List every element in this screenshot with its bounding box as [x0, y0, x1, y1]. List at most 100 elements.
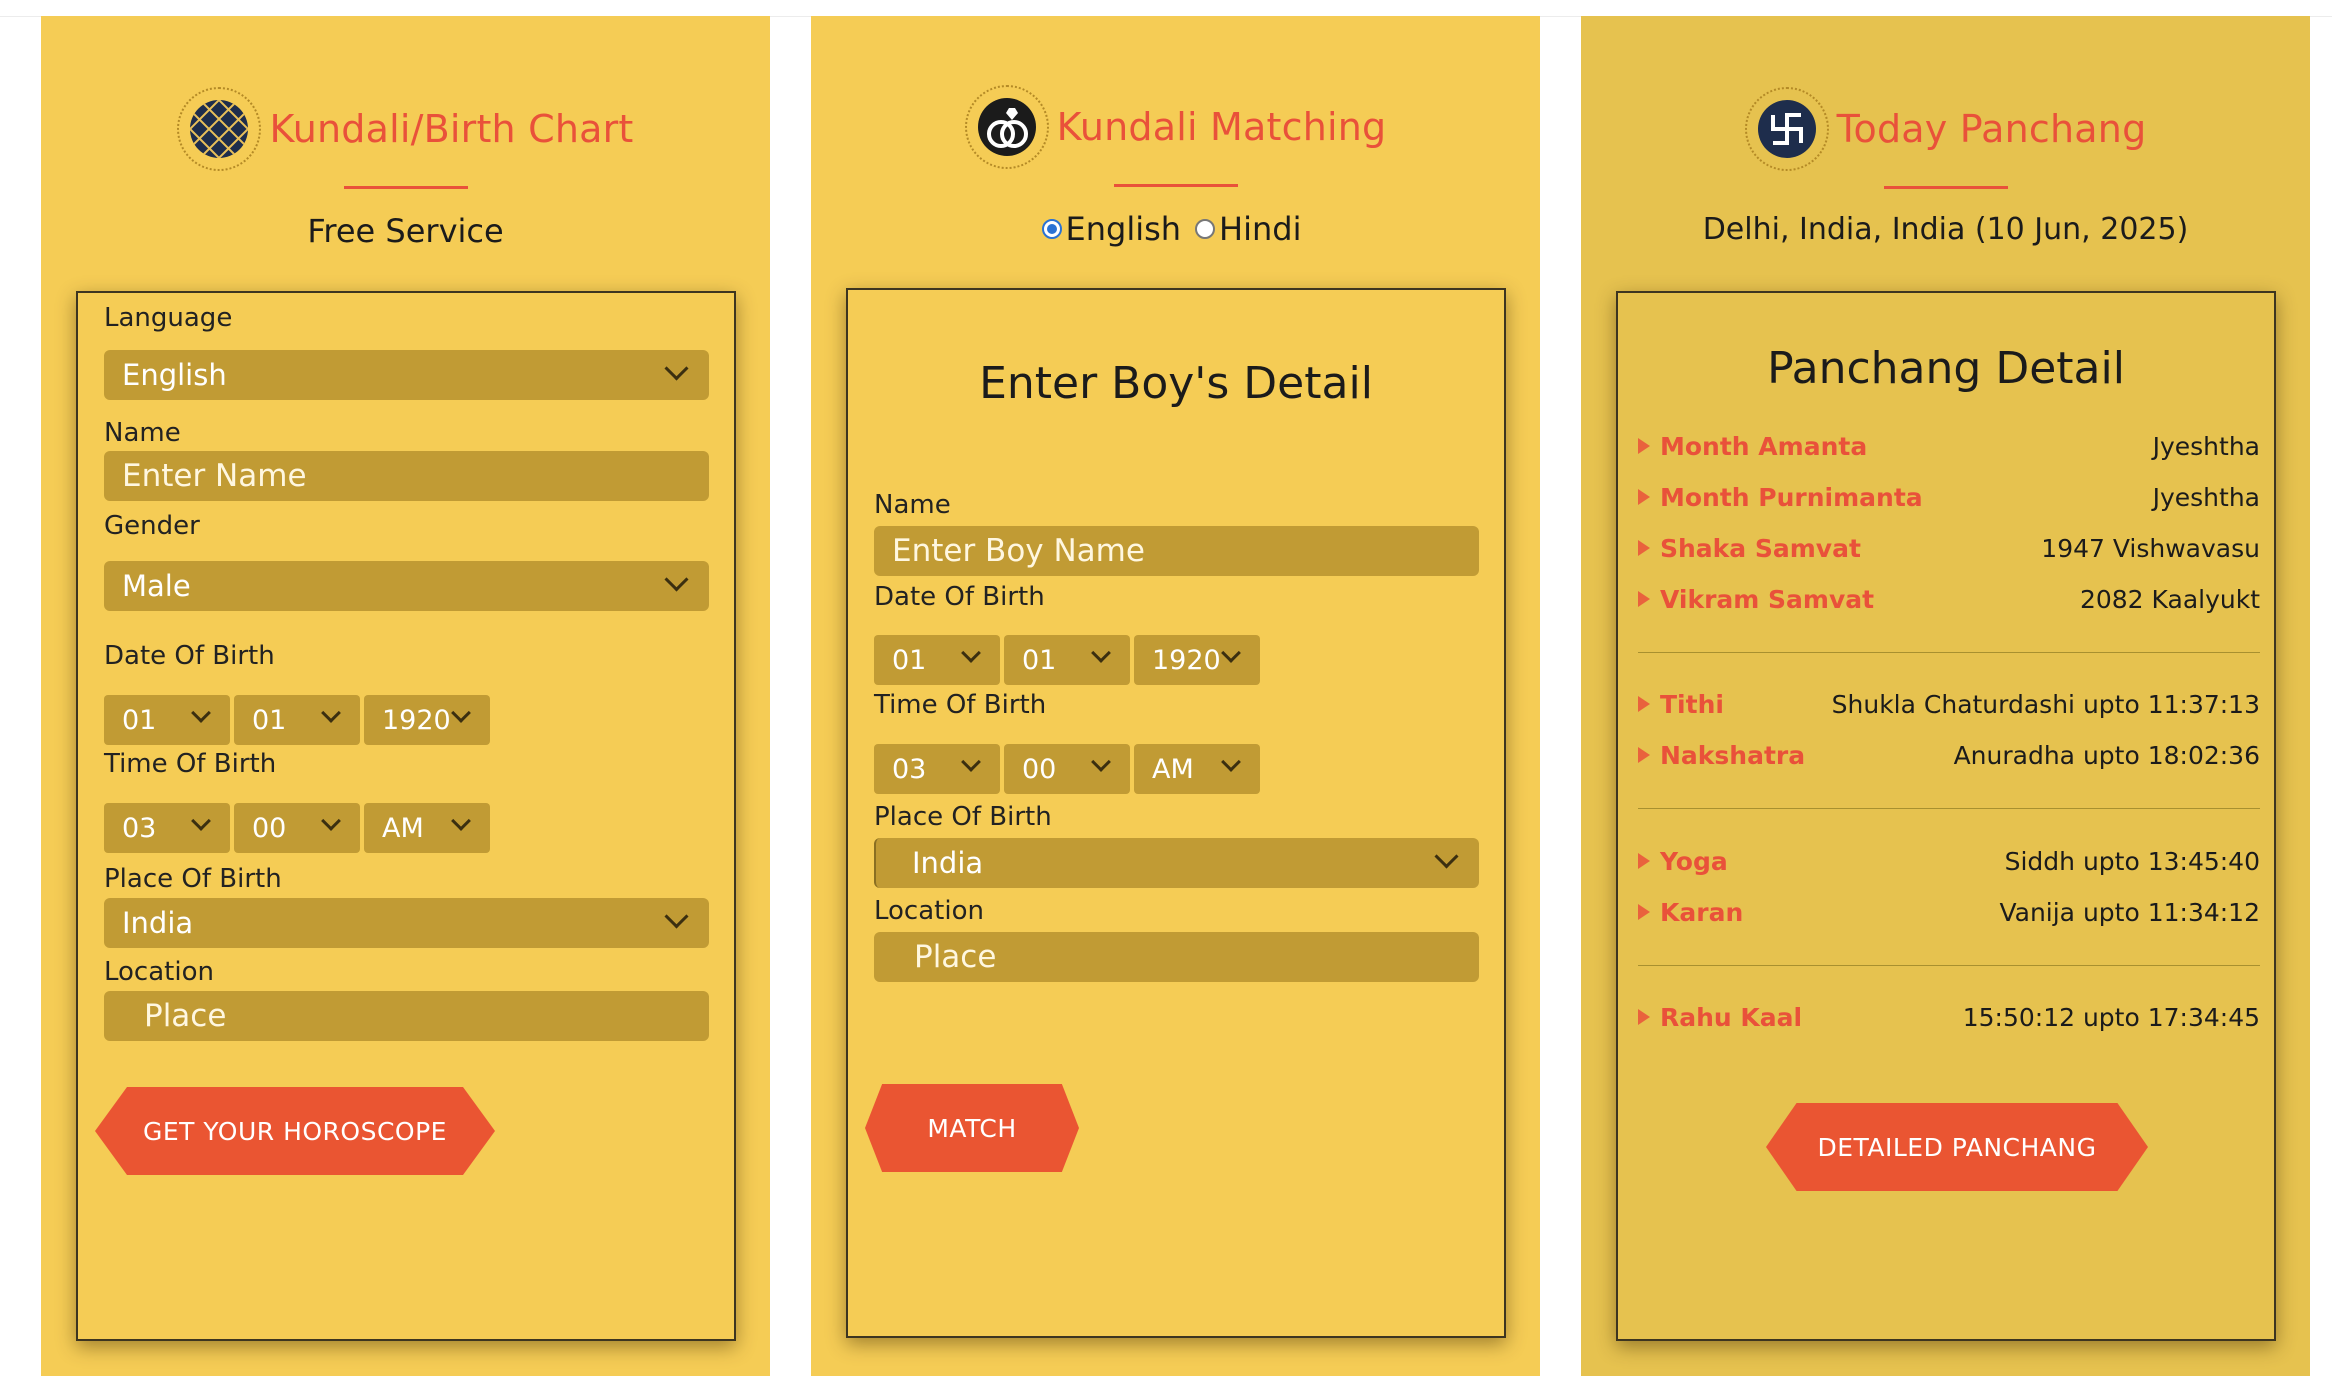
tob-ampm-select[interactable]: AM — [364, 803, 490, 853]
kundali-grid-icon — [177, 87, 262, 171]
boy-name-input[interactable]: Enter Boy Name — [874, 526, 1479, 576]
language-label: Language — [104, 303, 233, 333]
radio-english[interactable]: English — [1041, 210, 1181, 248]
tob-hour-value: 03 — [122, 812, 157, 844]
chevron-down-icon — [451, 703, 471, 723]
name-label: Name — [104, 418, 181, 448]
panchang-detail-title: Panchang Detail — [1767, 343, 2125, 394]
boy-tob-hour-select[interactable]: 03 — [874, 744, 1000, 794]
panchang-key: Shaka Samvat — [1660, 533, 1861, 563]
chevron-down-icon — [1221, 643, 1241, 663]
name-input[interactable]: Enter Name — [104, 451, 709, 501]
tob-hour-select[interactable]: 03 — [104, 803, 230, 853]
rings-icon — [964, 85, 1049, 169]
tob-ampm-value: AM — [382, 812, 424, 844]
boy-dob-year-select[interactable]: 1920 — [1134, 635, 1260, 685]
chevron-down-icon — [1221, 752, 1241, 772]
panchang-value: Shukla Chaturdashi upto 11:37:13 — [1831, 689, 2260, 719]
language-select[interactable]: English — [104, 350, 709, 400]
panchang-value: Siddh upto 13:45:40 — [2004, 846, 2260, 876]
chevron-down-icon — [961, 752, 981, 772]
boy-pob-value: India — [912, 846, 984, 880]
birth-chart-header: Kundali/Birth Chart — [41, 84, 770, 174]
boy-dob-month-value: 01 — [1022, 644, 1057, 676]
chevron-down-icon — [191, 811, 211, 831]
boy-dob-month-select[interactable]: 01 — [1004, 635, 1130, 685]
divider — [1638, 965, 2260, 966]
gender-select[interactable]: Male — [104, 561, 709, 611]
bullet-arrow-icon — [1638, 438, 1650, 454]
panchang-value: Jyeshtha — [2152, 482, 2260, 512]
radio-hindi-control[interactable] — [1195, 219, 1216, 239]
boy-tob-ampm-select[interactable]: AM — [1134, 744, 1260, 794]
panchang-value: Jyeshtha — [2152, 431, 2260, 461]
tob-minute-select[interactable]: 00 — [234, 803, 360, 853]
chevron-down-icon — [1091, 643, 1111, 663]
chevron-down-icon — [321, 703, 341, 723]
panchang-value: 15:50:12 upto 17:34:45 — [1962, 1002, 2260, 1032]
bullet-arrow-icon — [1638, 540, 1650, 556]
match-button[interactable]: MATCH — [865, 1084, 1079, 1172]
radio-hindi-label: Hindi — [1219, 210, 1302, 248]
dob-year-value: 1920 — [382, 704, 451, 736]
boy-tob-hour-value: 03 — [892, 753, 927, 785]
title-underline — [1884, 186, 2008, 189]
panchang-value: 2082 Kaalyukt — [2079, 584, 2260, 614]
boy-dob-day-select[interactable]: 01 — [874, 635, 1000, 685]
chevron-down-icon — [321, 811, 341, 831]
panchang-row: Tithi Shukla Chaturdashi upto 11:37:13 — [1638, 684, 2260, 724]
panchang-key: Rahu Kaal — [1660, 1002, 1803, 1032]
boy-dob-year-value: 1920 — [1152, 644, 1221, 676]
radio-hindi[interactable]: Hindi — [1195, 210, 1301, 248]
matching-header: Kundali Matching — [811, 82, 1540, 172]
location-input[interactable]: Place — [104, 991, 709, 1041]
dob-year-select[interactable]: 1920 — [364, 695, 490, 745]
boy-pob-select[interactable]: India — [874, 838, 1479, 888]
birth-chart-panel: Kundali/Birth Chart Free Service Languag… — [41, 16, 770, 1376]
boy-tob-minute-select[interactable]: 00 — [1004, 744, 1130, 794]
get-horoscope-button[interactable]: GET YOUR HOROSCOPE — [95, 1087, 495, 1175]
pob-select[interactable]: India — [104, 898, 709, 948]
dob-day-select[interactable]: 01 — [104, 695, 230, 745]
panchang-header: Today Panchang — [1581, 84, 2310, 174]
panchang-key: Nakshatra — [1660, 740, 1806, 770]
tob-label: Time Of Birth — [104, 749, 277, 779]
radio-english-control[interactable] — [1041, 219, 1062, 239]
panchang-row: Shaka Samvat 1947 Vishwavasu — [1638, 528, 2260, 568]
gender-label: Gender — [104, 511, 200, 541]
panchang-row: Nakshatra Anuradha upto 18:02:36 — [1638, 735, 2260, 775]
boy-detail-form: Enter Boy's Detail Name Enter Boy Name D… — [846, 288, 1506, 1338]
birth-chart-form: Language English Name Enter Name Gender … — [76, 291, 736, 1341]
panchang-row: Karan Vanija upto 11:34:12 — [1638, 892, 2260, 932]
panchang-value: Vanija upto 11:34:12 — [1999, 897, 2260, 927]
panchang-row: Yoga Siddh upto 13:45:40 — [1638, 841, 2260, 881]
boy-dob-label: Date Of Birth — [874, 582, 1045, 612]
bullet-arrow-icon — [1638, 489, 1650, 505]
bullet-arrow-icon — [1638, 747, 1650, 763]
today-panchang-panel: Today Panchang Delhi, India, India (10 J… — [1581, 16, 2310, 1376]
title-underline — [1114, 184, 1238, 187]
boy-dob-day-value: 01 — [892, 644, 927, 676]
dob-month-select[interactable]: 01 — [234, 695, 360, 745]
chevron-down-icon — [664, 567, 689, 592]
boy-name-label: Name — [874, 490, 951, 520]
chevron-down-icon — [664, 904, 689, 929]
boy-location-input[interactable]: Place — [874, 932, 1479, 982]
boy-tob-minute-value: 00 — [1022, 753, 1057, 785]
boy-name-placeholder: Enter Boy Name — [892, 533, 1145, 569]
pob-value: India — [122, 906, 194, 940]
gender-value: Male — [122, 569, 191, 603]
panchang-key: Tithi — [1660, 689, 1724, 719]
boy-pob-label: Place Of Birth — [874, 802, 1052, 832]
birth-chart-title: Kundali/Birth Chart — [269, 107, 634, 151]
panchang-key: Vikram Samvat — [1660, 584, 1875, 614]
detailed-panchang-button[interactable]: DETAILED PANCHANG — [1766, 1103, 2148, 1191]
divider — [1638, 652, 2260, 653]
chevron-down-icon — [191, 703, 211, 723]
panchang-row: Rahu Kaal 15:50:12 upto 17:34:45 — [1638, 997, 2260, 1037]
boy-detail-title: Enter Boy's Detail — [979, 358, 1373, 409]
chevron-down-icon — [961, 643, 981, 663]
boy-tob-ampm-value: AM — [1152, 753, 1194, 785]
bullet-arrow-icon — [1638, 904, 1650, 920]
dob-label: Date Of Birth — [104, 641, 275, 671]
